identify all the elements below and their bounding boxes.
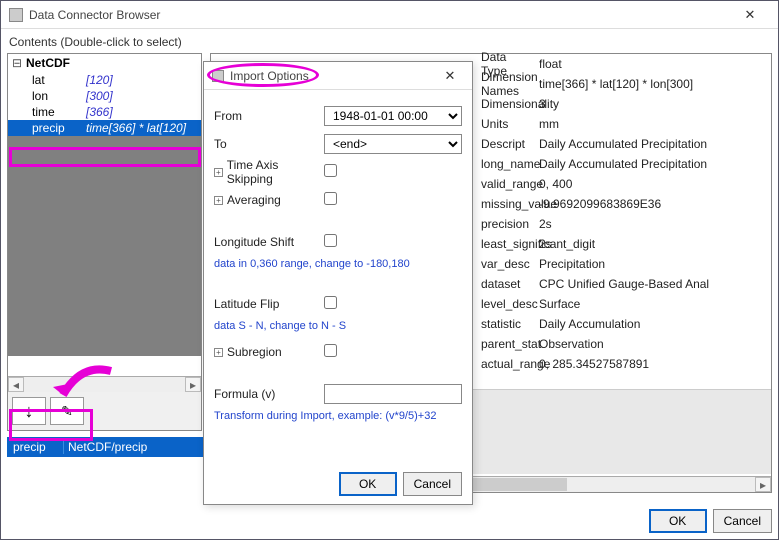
main-footer: OK Cancel	[649, 509, 772, 533]
import-down-button[interactable]: ↓	[12, 397, 46, 425]
tree-item-precip[interactable]: precip time[366] * lat[120]	[8, 120, 201, 136]
pencil-icon: ✎	[61, 403, 73, 420]
to-select[interactable]: <end>	[324, 134, 462, 154]
from-select[interactable]: 1948-01-01 00:00	[324, 106, 462, 126]
property-value: Daily Accumulated Precipitation	[531, 157, 771, 171]
lonshift-row: Longitude Shift	[214, 230, 462, 254]
formula-input[interactable]	[324, 384, 462, 404]
property-value: mm	[531, 117, 771, 131]
scroll-right-icon[interactable]: ▸	[185, 377, 201, 392]
app-icon	[9, 8, 23, 22]
lonshift-label: Longitude Shift	[214, 235, 324, 249]
tree-item-name: lon	[32, 89, 78, 103]
status-varname: precip	[7, 440, 63, 454]
subregion-checkbox[interactable]	[324, 344, 337, 357]
tree-item-lon[interactable]: lon [300]	[8, 88, 201, 104]
window-close-button[interactable]: ✕	[730, 7, 770, 23]
main-cancel-button[interactable]: Cancel	[713, 509, 772, 533]
skip-label: Time Axis Skipping	[227, 158, 324, 186]
dialog-titlebar: Import Options ✕	[204, 62, 472, 90]
avg-row: + Averaging	[214, 188, 462, 212]
expand-icon[interactable]: +	[214, 196, 223, 205]
subregion-row: + Subregion	[214, 340, 462, 364]
tree-item-dim: [300]	[86, 89, 113, 103]
formula-label: Formula (v)	[214, 387, 324, 401]
arrow-down-icon: ↓	[25, 401, 34, 422]
skip-row: + Time Axis Skipping	[214, 160, 462, 184]
property-value: 3	[531, 97, 771, 111]
scroll-right-icon[interactable]: ▸	[755, 477, 771, 492]
main-ok-button[interactable]: OK	[649, 509, 707, 533]
property-value: Observation	[531, 337, 771, 351]
latflip-label: Latitude Flip	[214, 297, 324, 311]
property-value: time[366] * lat[120] * lon[300]	[531, 77, 771, 91]
property-value: -9.9692099683869E36	[531, 197, 771, 211]
lonshift-checkbox[interactable]	[324, 234, 337, 247]
formula-hint: Transform during Import, example: (v*9/5…	[214, 410, 462, 422]
property-value: 0, 285.34527587891	[531, 357, 771, 371]
scroll-track[interactable]	[24, 377, 185, 392]
subregion-label: Subregion	[227, 345, 282, 359]
from-row: From 1948-01-01 00:00	[214, 104, 462, 128]
dialog-footer: OK Cancel	[339, 472, 462, 496]
latflip-hint: data S - N, change to N - S	[214, 320, 462, 332]
window-title: Data Connector Browser	[29, 8, 730, 22]
tree-item-dim: [366]	[86, 105, 113, 119]
tree-root-label: NetCDF	[26, 56, 70, 70]
property-value: CPC Unified Gauge-Based Anal	[531, 277, 771, 291]
dialog-cancel-button[interactable]: Cancel	[403, 472, 462, 496]
tree-panel: ⊟ NetCDF lat [120] lon [300] time [366] …	[7, 53, 202, 431]
dialog-title: Import Options	[230, 69, 436, 83]
expand-icon[interactable]: +	[214, 348, 223, 357]
tree-empty-area	[8, 136, 201, 356]
avg-checkbox[interactable]	[324, 192, 337, 205]
tree-hscrollbar[interactable]: ◂ ▸	[8, 376, 201, 392]
tree-item-name: lat	[32, 73, 78, 87]
formula-row: Formula (v)	[214, 382, 462, 406]
dialog-close-button[interactable]: ✕	[436, 68, 464, 84]
lonshift-hint: data in 0,360 range, change to -180,180	[214, 258, 462, 270]
tree-item-lat[interactable]: lat [120]	[8, 72, 201, 88]
to-row: To <end>	[214, 132, 462, 156]
property-value: 2s	[531, 237, 771, 251]
property-value: Daily Accumulation	[531, 317, 771, 331]
tree-item-dim: time[366] * lat[120]	[86, 121, 186, 135]
tree-toolbar: ↓ ✎	[8, 392, 201, 430]
dialog-body: From 1948-01-01 00:00 To <end> + Time Axi…	[204, 90, 472, 436]
import-options-dialog: Import Options ✕ From 1948-01-01 00:00 T…	[203, 61, 473, 505]
dialog-ok-button[interactable]: OK	[339, 472, 397, 496]
from-label: From	[214, 109, 324, 123]
titlebar: Data Connector Browser ✕	[1, 1, 778, 29]
property-value: 2s	[531, 217, 771, 231]
scroll-left-icon[interactable]: ◂	[8, 377, 24, 392]
tree-root[interactable]: ⊟ NetCDF	[8, 54, 201, 72]
property-value: float	[531, 57, 771, 71]
latflip-row: Latitude Flip	[214, 292, 462, 316]
avg-label: Averaging	[227, 193, 281, 207]
dialog-icon	[212, 70, 224, 82]
tree-item-dim: [120]	[86, 73, 113, 87]
tree-collapse-icon[interactable]: ⊟	[12, 56, 22, 70]
tree-item-time[interactable]: time [366]	[8, 104, 201, 120]
tree-item-name: precip	[32, 121, 78, 135]
tree-body: ⊟ NetCDF lat [120] lon [300] time [366] …	[8, 54, 201, 394]
edit-button[interactable]: ✎	[50, 397, 84, 425]
property-value: Precipitation	[531, 257, 771, 271]
tree-item-name: time	[32, 105, 78, 119]
property-value: Daily Accumulated Precipitation	[531, 137, 771, 151]
expand-icon[interactable]: +	[214, 168, 223, 177]
property-value: 0, 400	[531, 177, 771, 191]
latflip-checkbox[interactable]	[324, 296, 337, 309]
to-label: To	[214, 137, 324, 151]
skip-checkbox[interactable]	[324, 164, 337, 177]
property-value: Surface	[531, 297, 771, 311]
